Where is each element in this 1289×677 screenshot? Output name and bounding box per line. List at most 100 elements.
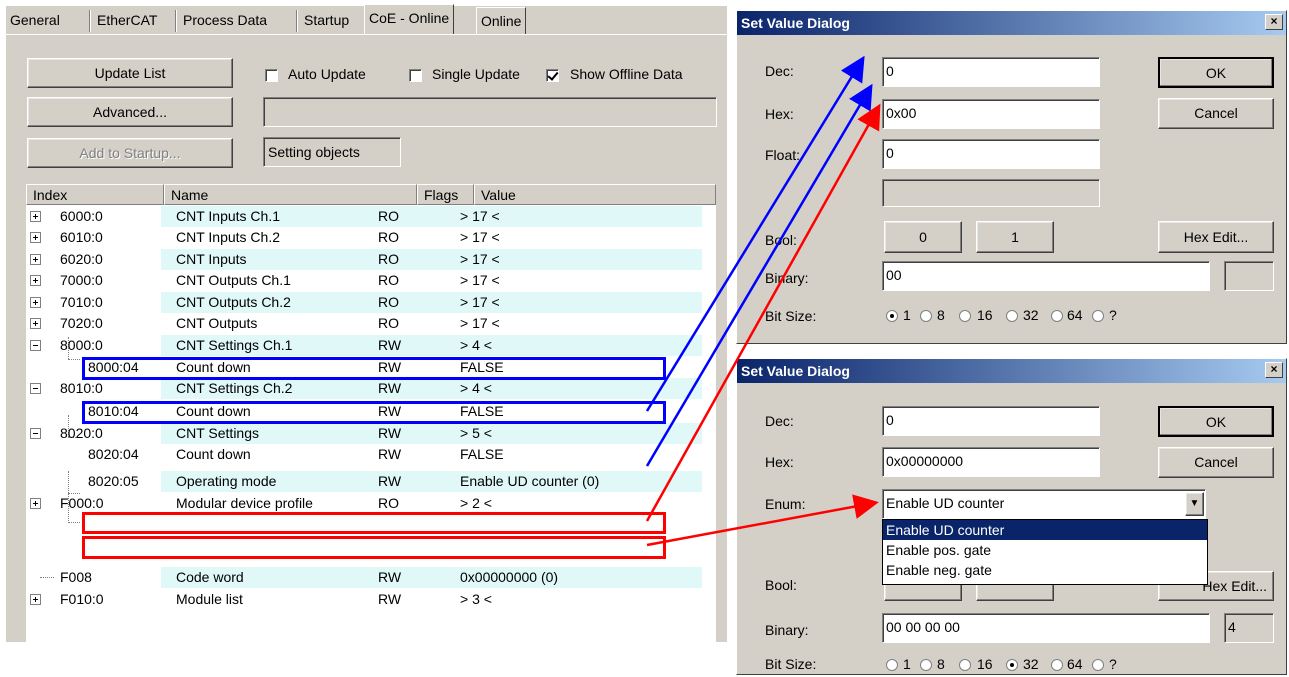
table-row[interactable]: 8020:04 Count down RW FALSE (26, 444, 716, 465)
table-row[interactable]: 7020:0 CNT Outputs RO > 17 < (26, 313, 716, 334)
tab-separator (89, 10, 91, 32)
hex-label: Hex: (765, 454, 794, 470)
dec-field[interactable]: 0 (882, 57, 1100, 87)
column-flags[interactable]: Flags (417, 184, 474, 205)
tab-separator (175, 10, 177, 32)
tab-online[interactable]: Online (476, 7, 527, 34)
table-row[interactable]: F008 Code word RW 0x00000000 (0) (26, 567, 716, 588)
ok-button[interactable]: OK (1158, 406, 1274, 437)
bit-size-radio[interactable] (1051, 310, 1063, 322)
table-row[interactable]: 6000:0 CNT Inputs Ch.1 RO > 17 < (26, 206, 716, 227)
status-field: Setting objects (263, 137, 401, 167)
progress-field (263, 97, 717, 127)
table-row[interactable]: 8000:0 CNT Settings Ch.1 RW > 4 < (26, 335, 716, 356)
size-field: 4 (1224, 613, 1274, 643)
close-icon[interactable]: × (1265, 14, 1283, 30)
advanced-button[interactable]: Advanced... (27, 97, 233, 127)
table-row[interactable]: 6020:0 CNT Inputs RO > 17 < (26, 249, 716, 270)
cancel-button[interactable]: Cancel (1158, 98, 1274, 129)
highlight-8000-04 (82, 357, 666, 380)
object-list[interactable]: Index Name Flags Value 6000:0 CNT Inputs … (26, 184, 716, 642)
enum-option[interactable]: Enable pos. gate (883, 540, 1207, 560)
tab-divider (6, 34, 727, 35)
tab-ethercat[interactable]: EtherCAT (93, 7, 161, 33)
table-row[interactable]: 8020:05 Operating mode RW Enable UD counter… (26, 471, 716, 492)
binary-field[interactable]: 00 00 00 00 (882, 613, 1210, 643)
bit-size-radio[interactable] (886, 659, 898, 671)
highlight-8010-04 (82, 401, 666, 424)
bool-label: Bool: (765, 577, 797, 593)
enum-select[interactable]: Enable UD counter (882, 489, 1206, 519)
hex-field[interactable]: 0x00 (882, 99, 1100, 129)
single-update-checkbox[interactable] (409, 69, 422, 82)
tab-startup[interactable]: Startup (300, 7, 353, 33)
ok-button[interactable]: OK (1158, 57, 1274, 88)
tab-coe-online[interactable]: CoE - Online (364, 4, 455, 34)
enum-option[interactable]: Enable UD counter (883, 520, 1207, 540)
bit-size-radio[interactable] (1051, 659, 1063, 671)
tab-process-data[interactable]: Process Data (179, 7, 271, 33)
table-row[interactable]: 8020:0 CNT Settings RW > 5 < (26, 423, 716, 444)
bool-1-button[interactable]: 1 (976, 221, 1054, 253)
hex-edit-button[interactable]: Hex Edit... (1158, 221, 1274, 253)
table-row[interactable]: 7000:0 CNT Outputs Ch.1 RO > 17 < (26, 270, 716, 291)
bit-size-radio[interactable] (1006, 659, 1018, 671)
dec-field[interactable]: 0 (882, 406, 1100, 436)
bit-size-radio[interactable] (1092, 659, 1104, 671)
bit-size-label: Bit Size: (765, 308, 817, 324)
bool-label: Bool: (765, 232, 797, 248)
float-field[interactable]: 0 (882, 139, 1100, 169)
table-row[interactable]: 7010:0 CNT Outputs Ch.2 RO > 17 < (26, 292, 716, 313)
binary-label: Binary: (765, 270, 809, 286)
column-value[interactable]: Value (474, 184, 716, 205)
auto-update-checkbox[interactable] (265, 69, 278, 82)
tab-general[interactable]: General (6, 7, 64, 33)
close-icon[interactable]: × (1265, 362, 1283, 378)
table-row[interactable]: 8010:0 CNT Settings Ch.2 RW > 4 < (26, 378, 716, 399)
column-index[interactable]: Index (26, 184, 164, 205)
dec-label: Dec: (765, 63, 794, 79)
bit-size-radio[interactable] (1092, 310, 1104, 322)
set-value-dialog-enum: Set Value Dialog × Dec: 0 OK Hex: 0x0000… (736, 358, 1287, 675)
bit-size-radio[interactable] (920, 310, 932, 322)
highlight-8020-04 (82, 512, 666, 534)
tree-line (68, 522, 80, 523)
enum-label: Enum: (765, 496, 806, 512)
chevron-down-icon[interactable]: ▼ (1185, 492, 1204, 516)
column-name[interactable]: Name (164, 184, 417, 205)
single-update-label: Single Update (432, 66, 520, 82)
coe-online-panel: General EtherCAT Process Data Startup Co… (6, 4, 727, 642)
show-offline-data-checkbox[interactable] (546, 69, 559, 82)
add-to-startup-button[interactable]: Add to Startup... (27, 138, 233, 168)
binary-field[interactable]: 00 (882, 261, 1210, 291)
dialog-title: Set Value Dialog (737, 359, 1286, 383)
bit-size-radio[interactable] (959, 659, 971, 671)
tab-separator (296, 10, 298, 32)
cancel-button[interactable]: Cancel (1158, 447, 1274, 478)
table-row[interactable]: F010:0 Module list RW > 3 < (26, 589, 716, 610)
auto-update-label: Auto Update (288, 66, 366, 82)
hex-field[interactable]: 0x00000000 (882, 447, 1100, 477)
bit-size-radio[interactable] (959, 310, 971, 322)
enum-dropdown-list[interactable]: Enable UD counter Enable pos. gate Enabl… (882, 519, 1208, 585)
bit-size-radio[interactable] (886, 310, 898, 322)
highlight-8020-05 (82, 536, 666, 559)
hex-label: Hex: (765, 106, 794, 122)
dialog-title: Set Value Dialog (737, 11, 1286, 35)
blank-field (882, 179, 1100, 207)
size-field (1224, 261, 1274, 291)
enum-option[interactable]: Enable neg. gate (883, 560, 1207, 580)
bool-0-button[interactable]: 0 (884, 221, 962, 253)
dec-label: Dec: (765, 413, 794, 429)
status-text: Setting objects (268, 144, 360, 160)
bit-size-radio[interactable] (920, 659, 932, 671)
show-offline-data-label: Show Offline Data (570, 66, 683, 82)
set-value-dialog-bool: Set Value Dialog × Dec: 0 OK Hex: 0x00 C… (736, 10, 1287, 344)
binary-label: Binary: (765, 622, 809, 638)
bit-size-radio[interactable] (1006, 310, 1018, 322)
table-row[interactable]: F000:0 Modular device profile RO > 2 < (26, 493, 716, 514)
float-label: Float: (765, 147, 801, 163)
update-list-button[interactable]: Update List (27, 58, 233, 88)
table-row[interactable]: 6010:0 CNT Inputs Ch.2 RO > 17 < (26, 227, 716, 248)
bit-size-label: Bit Size: (765, 656, 817, 672)
